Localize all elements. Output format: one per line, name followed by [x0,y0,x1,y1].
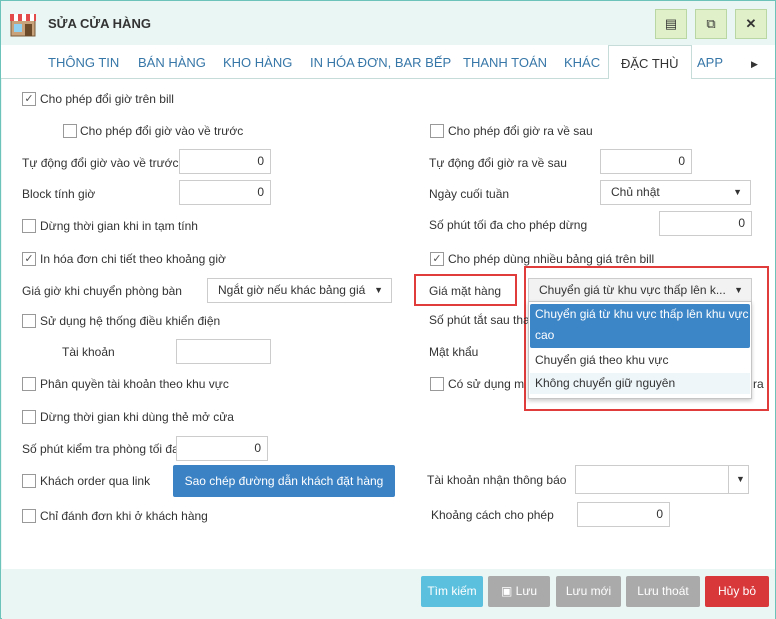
allow-change-in-before-checkbox[interactable] [63,124,77,138]
tab-sales[interactable]: BÁN HÀNG [138,45,206,79]
tab-scroll-right-icon[interactable]: ▶ [751,59,758,70]
allow-change-in-before-label: Cho phép đổi giờ vào về trước [80,124,244,138]
notify-account-label: Tài khoản nhận thông báo [427,473,567,487]
use-machine-label-suffix: ra [753,377,764,391]
chevron-down-icon: ▼ [374,285,383,295]
close-icon: ✕ [745,16,757,31]
block-time-label: Block tính giờ [22,187,96,201]
customer-order-link-label: Khách order qua link [40,474,151,488]
dropdown-option-keep[interactable]: Không chuyển giữ nguyên [530,373,750,394]
customer-order-link-checkbox[interactable] [22,474,36,488]
window-title: SỬA CỬA HÀNG [48,16,151,31]
document-button[interactable]: ▤ [655,9,687,39]
item-price-label: Giá mặt hàng [429,284,502,298]
allow-multi-price-label: Cho phép dùng nhiều bảng giá trên bill [448,252,655,266]
weekend-select-value: Chủ nhật [611,185,660,199]
account-input[interactable] [176,339,271,364]
print-detail-time-label: In hóa đơn chi tiết theo khoảng giờ [40,252,226,266]
room-change-price-select[interactable]: Ngắt giờ nếu khác bảng giá ▼ [207,278,392,303]
max-stop-minutes-label: Số phút tối đa cho phép dừng [429,218,588,232]
chevron-down-icon: ▼ [733,187,742,197]
copy-icon: ⧉ [706,16,716,31]
item-price-dropdown-list: Chuyển giá từ khu vực thấp lên khu vực c… [528,301,752,399]
allow-multi-price-checkbox[interactable]: ✓ [430,252,444,266]
auto-off-minutes-label: Số phút tắt sau tha [429,313,530,327]
stop-time-print-label: Dừng thời gian khi in tạm tính [40,219,198,233]
tab-app[interactable]: APP [697,45,723,79]
auto-change-out-after-input[interactable]: 0 [600,149,692,174]
tab-warehouse[interactable]: KHO HÀNG [223,45,292,79]
allow-change-out-after-checkbox[interactable] [430,124,444,138]
save-icon: ▣ [500,584,513,598]
weekend-label: Ngày cuối tuần [429,187,510,201]
allow-change-time-label: Cho phép đổi giờ trên bill [40,92,174,106]
stop-time-card-label: Dừng thời gian khi dùng thẻ mở cửa [40,410,234,424]
tab-special[interactable]: ĐẶC THÙ [608,45,692,80]
account-label: Tài khoản [62,345,115,359]
check-room-minutes-label: Số phút kiểm tra phòng tối đa [22,442,177,456]
use-machine-checkbox[interactable] [430,377,444,391]
document-icon: ▤ [664,16,678,31]
save-new-button[interactable]: Lưu mới [556,576,621,607]
tab-info[interactable]: THÔNG TIN [48,45,119,79]
copy-button[interactable]: ⧉ [695,9,727,39]
chevron-down-icon: ▼ [728,466,748,493]
area-permission-checkbox[interactable] [22,377,36,391]
max-stop-minutes-input[interactable]: 0 [659,211,752,236]
auto-change-in-before-input[interactable]: 0 [179,149,271,174]
only-customer-orders-label: Chỉ đánh đơn khi ở khách hàng [40,509,208,523]
print-detail-time-checkbox[interactable]: ✓ [22,252,36,266]
auto-change-out-after-label: Tự động đổi giờ ra về sau [429,156,567,170]
allowed-distance-input[interactable]: 0 [577,502,670,527]
stop-time-card-checkbox[interactable] [22,410,36,424]
block-time-input[interactable]: 0 [179,180,271,205]
save-exit-button[interactable]: Lưu thoát [626,576,700,607]
allow-change-time-checkbox[interactable]: ✓ [22,92,36,106]
search-button[interactable]: Tìm kiếm [421,576,483,607]
copy-link-button[interactable]: Sao chép đường dẫn khách đặt hàng [173,465,395,497]
item-price-select[interactable]: Chuyển giá từ khu vực thấp lên k... ▼ [528,278,752,303]
tab-bar: THÔNG TIN BÁN HÀNG KHO HÀNG IN HÓA ĐƠN, … [1,45,775,80]
weekend-select[interactable]: Chủ nhật ▼ [600,180,751,205]
allow-change-out-after-label: Cho phép đổi giờ ra về sau [448,124,593,138]
tab-other[interactable]: KHÁC [564,45,600,79]
area-permission-label: Phân quyền tài khoản theo khu vực [40,377,229,391]
use-electric-label: Sử dụng hệ thống điều khiển điện [40,314,221,328]
dropdown-option-low-to-high[interactable]: Chuyển giá từ khu vực thấp lên khu vực c… [530,304,750,348]
tab-payment[interactable]: THANH TOÁN [463,45,547,79]
edit-store-window: SỬA CỬA HÀNG ▤ ⧉ ✕ THÔNG TIN BÁN HÀNG KH… [0,0,776,619]
store-icon [10,14,36,37]
cancel-button[interactable]: Hủy bỏ [705,576,769,607]
password-label: Mật khẩu [429,345,479,359]
tab-print[interactable]: IN HÓA ĐƠN, BAR BẾP [310,45,451,79]
allowed-distance-label: Khoảng cách cho phép [431,508,554,522]
use-machine-label: Có sử dụng m [448,377,525,391]
save-label: Lưu [515,584,538,598]
item-price-select-value: Chuyển giá từ khu vực thấp lên k... [539,283,726,297]
room-change-price-label: Giá giờ khi chuyển phòng bàn [22,284,182,298]
room-change-price-value: Ngắt giờ nếu khác bảng giá [218,283,366,297]
only-customer-orders-checkbox[interactable] [22,509,36,523]
use-electric-checkbox[interactable] [22,314,36,328]
dropdown-option-by-area[interactable]: Chuyển giá theo khu vực [530,350,750,371]
stop-time-print-checkbox[interactable] [22,219,36,233]
title-bar: SỬA CỬA HÀNG ▤ ⧉ ✕ [1,1,775,45]
notify-account-select[interactable]: ▼ [575,465,749,494]
chevron-down-icon: ▼ [734,285,743,295]
check-room-minutes-input[interactable]: 0 [176,436,268,461]
auto-change-in-before-label: Tự động đổi giờ vào về trước [22,156,179,170]
save-button[interactable]: ▣ Lưu [488,576,550,607]
close-button[interactable]: ✕ [735,9,767,39]
